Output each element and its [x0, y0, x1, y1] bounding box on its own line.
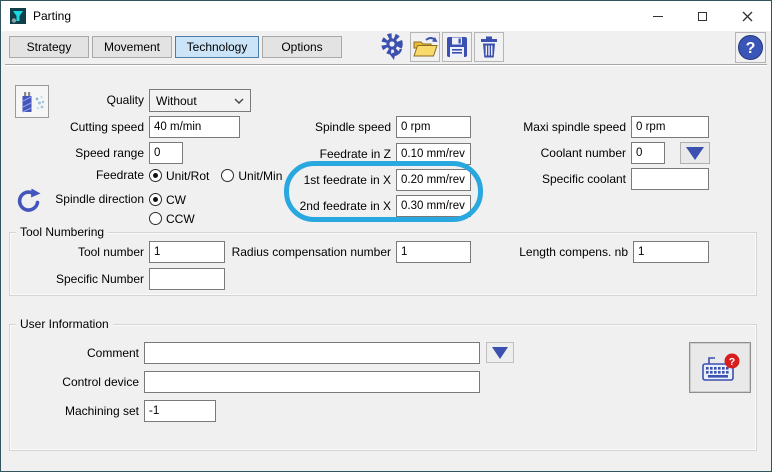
- coolant-number-input[interactable]: [631, 142, 665, 164]
- specific-coolant-label: Specific coolant: [478, 168, 626, 190]
- spindle-direction-cw-row: CW: [149, 192, 186, 207]
- coolant-number-label: Coolant number: [478, 142, 626, 164]
- svg-text:?: ?: [729, 356, 735, 368]
- spindle-speed-input[interactable]: [396, 116, 471, 138]
- radius-compensation-label: Radius compensation number: [211, 241, 391, 263]
- tool-number-label: Tool number: [9, 241, 144, 263]
- quality-label: Quality: [9, 89, 144, 111]
- keyboard-question-icon: ?: [699, 352, 741, 384]
- speed-range-input[interactable]: [149, 142, 183, 164]
- tab-strategy[interactable]: Strategy: [9, 36, 89, 58]
- feedrate-unit-rot-radio[interactable]: [149, 169, 162, 182]
- save-button[interactable]: [442, 32, 472, 62]
- spindle-speed-label: Spindle speed: [211, 116, 391, 138]
- tool-numbering-title: Tool Numbering: [16, 225, 108, 239]
- machining-set-label: Machining set: [9, 400, 139, 422]
- spindle-direction-ccw-row: CCW: [149, 211, 195, 226]
- spindle-ccw-radio[interactable]: [149, 212, 162, 225]
- open-button[interactable]: [410, 32, 440, 62]
- first-feedrate-x-label: 1st feedrate in X: [211, 169, 391, 191]
- parting-dialog-window: Parting Strategy Movement Technology Opt…: [0, 0, 772, 472]
- save-icon: [446, 36, 468, 58]
- chevron-down-icon: [234, 98, 244, 104]
- cutting-speed-label: Cutting speed: [9, 116, 144, 138]
- length-compensation-input[interactable]: [633, 241, 709, 263]
- feedrate-z-input[interactable]: [396, 143, 471, 165]
- minimize-button[interactable]: [635, 1, 680, 31]
- trash-icon: [479, 36, 499, 58]
- tab-strategy-label: Strategy: [27, 40, 72, 54]
- control-device-input[interactable]: [144, 371, 480, 393]
- maxi-spindle-speed-label: Maxi spindle speed: [478, 116, 626, 138]
- specific-number-input[interactable]: [149, 268, 225, 290]
- tab-technology-label: Technology: [187, 40, 248, 54]
- minimize-icon: [653, 16, 663, 17]
- open-folder-icon: [413, 36, 438, 58]
- delete-button[interactable]: [474, 32, 504, 62]
- settings-button[interactable]: [378, 32, 408, 62]
- comment-dropdown-button[interactable]: [486, 342, 514, 363]
- close-icon: [742, 11, 753, 22]
- comment-input[interactable]: [144, 342, 480, 364]
- user-information-title: User Information: [16, 317, 113, 331]
- svg-text:?: ?: [746, 40, 756, 57]
- help-button[interactable]: ?: [735, 32, 766, 63]
- tab-movement[interactable]: Movement: [92, 36, 172, 58]
- tab-options-label: Options: [281, 40, 322, 54]
- close-button[interactable]: [725, 1, 770, 31]
- second-feedrate-x-label: 2nd feedrate in X: [211, 195, 391, 217]
- blue-triangle-down-icon: [686, 147, 704, 160]
- spindle-cw-radio[interactable]: [149, 193, 162, 206]
- first-feedrate-x-input[interactable]: [396, 169, 471, 191]
- specific-number-label: Specific Number: [9, 268, 144, 290]
- control-device-label: Control device: [9, 371, 139, 393]
- gear-settings-icon: [380, 33, 407, 61]
- speed-range-label: Speed range: [9, 142, 144, 164]
- tab-technology[interactable]: Technology: [175, 36, 259, 58]
- feedrate-label: Feedrate: [9, 168, 144, 183]
- comment-label: Comment: [9, 342, 139, 364]
- specific-coolant-input[interactable]: [631, 168, 709, 190]
- machining-set-input[interactable]: [144, 400, 216, 422]
- feedrate-unit-rot-label: Unit/Rot: [166, 169, 209, 183]
- maxi-spindle-speed-input[interactable]: [631, 116, 709, 138]
- quality-value: Without: [156, 94, 197, 108]
- window-title: Parting: [33, 1, 71, 31]
- coolant-dropdown-button[interactable]: [680, 142, 710, 164]
- spindle-ccw-label: CCW: [166, 212, 195, 226]
- toolbar-separator: [5, 64, 767, 66]
- feedrate-z-label: Feedrate in Z: [211, 143, 391, 165]
- keyboard-help-button[interactable]: ?: [689, 342, 751, 393]
- second-feedrate-x-input[interactable]: [396, 195, 471, 217]
- app-icon: [10, 8, 26, 24]
- help-question-icon: ?: [738, 35, 763, 60]
- spindle-direction-label: Spindle direction: [9, 192, 144, 207]
- quality-dropdown[interactable]: Without: [149, 89, 251, 112]
- maximize-button[interactable]: [680, 1, 725, 31]
- radius-compensation-input[interactable]: [396, 241, 471, 263]
- tab-options[interactable]: Options: [262, 36, 342, 58]
- tab-movement-label: Movement: [104, 40, 160, 54]
- blue-triangle-down-icon: [492, 347, 508, 359]
- maximize-icon: [698, 12, 707, 21]
- length-compensation-label: Length compens. nb: [480, 241, 628, 263]
- titlebar: Parting: [1, 1, 771, 31]
- spindle-cw-label: CW: [166, 193, 186, 207]
